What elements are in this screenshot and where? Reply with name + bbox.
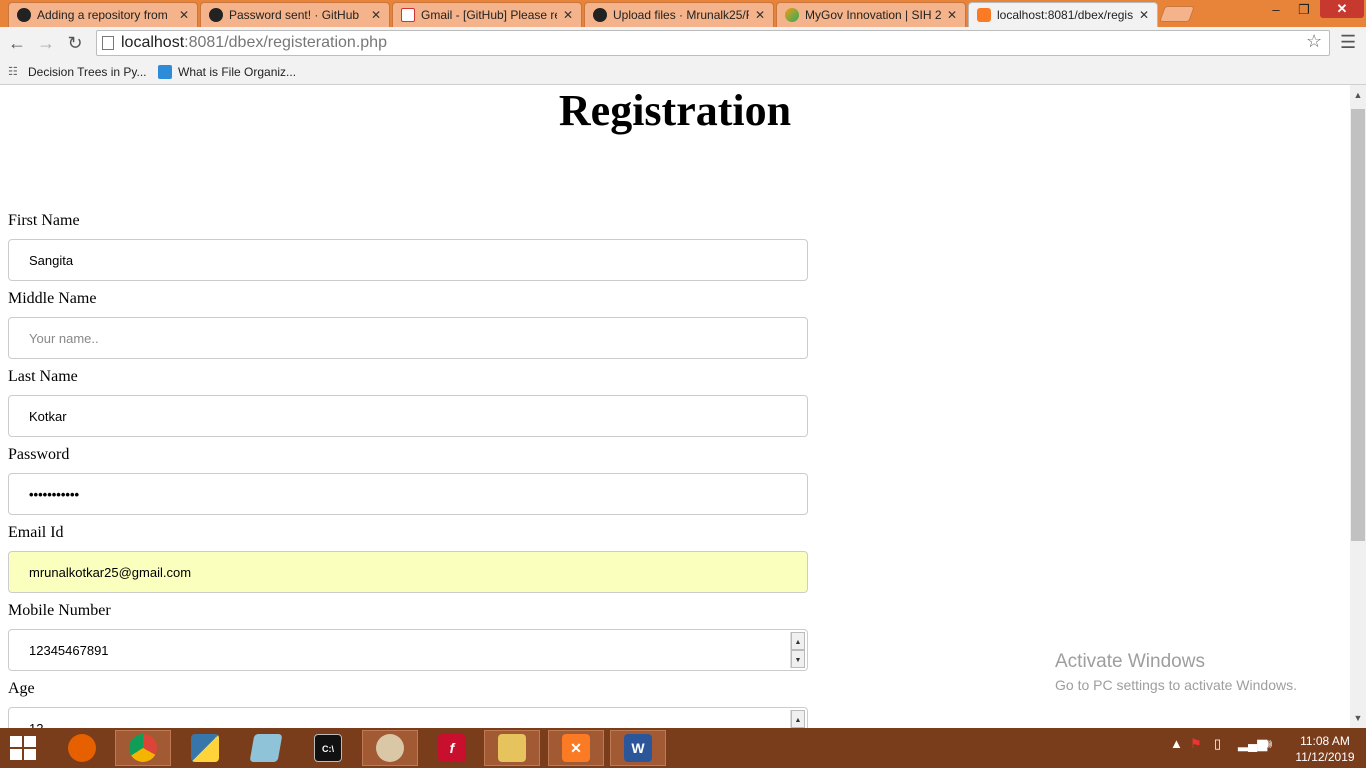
page-title: Registration	[558, 86, 792, 135]
mobile-number-spinner[interactable]: ▲ ▼	[790, 632, 805, 668]
tab-password-sent[interactable]: Password sent! · GitHub ✕	[200, 2, 390, 27]
forward-arrow-icon[interactable]: →	[34, 31, 58, 55]
bookmarks-bar: ☷ Decision Trees in Py... What is File O…	[0, 59, 1366, 85]
tutorialspoint-icon	[158, 65, 172, 79]
address-bar[interactable]: localhost:8081/dbex/registeration.php	[96, 30, 1330, 56]
scrollbar-thumb[interactable]	[1351, 109, 1365, 541]
password-label: Password	[8, 446, 70, 463]
tab-localhost-registration[interactable]: localhost:8081/dbex/regist ✕	[968, 2, 1158, 27]
tray-expand-icon[interactable]: ▲	[1170, 736, 1183, 751]
watermark-subtitle: Go to PC settings to activate Windows.	[1055, 677, 1297, 693]
volume-icon[interactable]: 🔊︎	[1264, 736, 1272, 752]
spin-down-icon[interactable]: ▼	[791, 650, 805, 668]
close-icon[interactable]: ✕	[563, 8, 573, 22]
xampp-icon[interactable]: ✕	[548, 730, 604, 766]
spin-up-icon[interactable]: ▲	[791, 710, 805, 728]
age-spinner[interactable]: ▲ ▼	[790, 710, 805, 728]
email-label: Email Id	[8, 524, 64, 541]
close-icon[interactable]: ✕	[179, 8, 189, 22]
bookmark-label: Decision Trees in Py...	[28, 65, 147, 79]
tab-title: Adding a repository from	[37, 8, 168, 22]
github-icon	[593, 8, 607, 22]
close-icon[interactable]: ✕	[371, 8, 381, 22]
windows-start-icon[interactable]	[10, 736, 38, 762]
file-explorer-icon[interactable]	[484, 730, 540, 766]
first-name-input[interactable]	[8, 239, 808, 281]
first-name-label: First Name	[8, 212, 80, 229]
last-name-label: Last Name	[8, 368, 78, 385]
github-icon	[209, 8, 223, 22]
age-label: Age	[8, 680, 35, 697]
minimize-icon[interactable]: –	[1262, 2, 1290, 17]
url-path: :8081/dbex/registeration.php	[184, 34, 387, 51]
bookmark-file-organization[interactable]: What is File Organiz...	[158, 63, 296, 81]
bookmark-label: What is File Organiz...	[178, 65, 297, 79]
window-close-button[interactable]: ✕	[1320, 0, 1364, 18]
tab-title: Upload files · Mrunalk25/F	[613, 8, 749, 22]
scroll-down-icon[interactable]: ▼	[1350, 710, 1366, 726]
browser-toolbar: ← → ↻ localhost:8081/dbex/registeration.…	[0, 27, 1366, 59]
email-input[interactable]	[8, 551, 808, 593]
cmd-icon[interactable]: C:\	[300, 730, 356, 766]
tab-upload-files[interactable]: Upload files · Mrunalk25/F ✕	[584, 2, 774, 27]
page-content: Registration First Name Middle Name Last…	[0, 85, 1350, 728]
flash-icon[interactable]: f	[424, 730, 480, 766]
watermark-title: Activate Windows	[1055, 651, 1205, 672]
clock-time: 11:08 AM	[1300, 734, 1350, 748]
github-icon	[17, 8, 31, 22]
vertical-scrollbar[interactable]: ▲ ▼	[1350, 85, 1366, 728]
notepad-icon[interactable]	[238, 730, 294, 766]
new-tab-button[interactable]	[1159, 6, 1195, 22]
last-name-input[interactable]	[8, 395, 808, 437]
word-icon[interactable]: W	[610, 730, 666, 766]
xampp-icon	[977, 8, 991, 22]
taskbar-clock[interactable]: 11:08 AM 11/12/2019	[1290, 733, 1360, 765]
page-icon	[102, 36, 114, 50]
bookmark-decision-trees[interactable]: ☷ Decision Trees in Py...	[8, 63, 147, 81]
windows-taskbar: C:\ f ✕ W ▲ ⚑ ▯ ▂▄▆ 🔊︎ 11:08 AM 11/12/20…	[0, 728, 1366, 768]
password-input[interactable]	[8, 473, 808, 515]
close-icon[interactable]: ✕	[947, 8, 957, 22]
menu-icon[interactable]: ☰	[1340, 32, 1356, 53]
reload-icon[interactable]: ↻	[63, 31, 87, 55]
tab-adding-repository[interactable]: Adding a repository from ✕	[8, 2, 198, 27]
tab-strip: Adding a repository from ✕ Password sent…	[0, 0, 1366, 27]
battery-icon[interactable]: ▯	[1214, 736, 1221, 752]
tab-mygov[interactable]: MyGov Innovation | SIH 20 ✕	[776, 2, 966, 27]
clock-date: 11/12/2019	[1295, 750, 1355, 764]
bookmark-star-icon[interactable]: ☆	[1306, 31, 1322, 52]
close-icon[interactable]: ✕	[1139, 8, 1149, 22]
close-icon[interactable]: ✕	[755, 8, 765, 22]
mygov-icon	[785, 8, 799, 22]
tab-title: localhost:8081/dbex/regist	[997, 8, 1133, 22]
mobile-number-label: Mobile Number	[8, 602, 111, 619]
firefox-icon[interactable]	[54, 730, 110, 766]
tab-gmail[interactable]: Gmail - [GitHub] Please re ✕	[392, 2, 582, 27]
spin-up-icon[interactable]: ▲	[791, 632, 805, 650]
activate-windows-watermark: Activate Windows Go to PC settings to ac…	[1055, 651, 1297, 693]
tab-title: Password sent! · GitHub	[229, 8, 360, 22]
back-arrow-icon[interactable]: ←	[5, 31, 29, 55]
age-input[interactable]	[8, 707, 808, 728]
apps-icon: ☷	[8, 66, 18, 78]
url-host: localhost	[121, 34, 185, 51]
paint-icon[interactable]	[362, 730, 418, 766]
restore-icon[interactable]: ❐	[1290, 2, 1318, 18]
middle-name-label: Middle Name	[8, 290, 97, 307]
tab-title: Gmail - [GitHub] Please re	[421, 8, 557, 22]
mobile-number-input[interactable]	[8, 629, 808, 671]
scroll-up-icon[interactable]: ▲	[1350, 87, 1366, 103]
middle-name-input[interactable]	[8, 317, 808, 359]
tab-title: MyGov Innovation | SIH 20	[805, 8, 941, 22]
python-icon[interactable]	[177, 730, 233, 766]
network-icon[interactable]: ▂▄▆	[1238, 736, 1267, 752]
action-center-flag-icon[interactable]: ⚑	[1190, 736, 1202, 752]
chrome-icon[interactable]	[115, 730, 171, 766]
gmail-icon	[401, 8, 415, 22]
